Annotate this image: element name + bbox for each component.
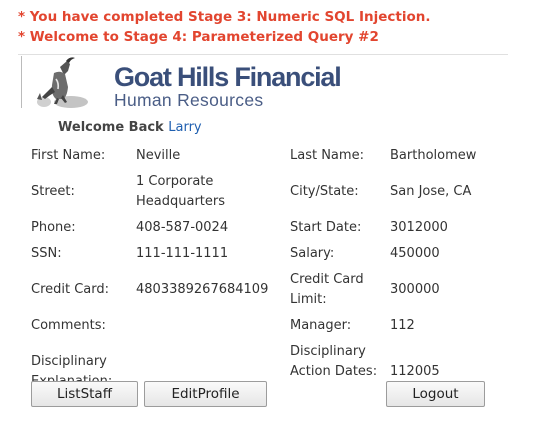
credit-card-label: Credit Card: <box>31 282 110 297</box>
salary-label: Salary: <box>290 246 335 261</box>
start-date-label: Start Date: <box>290 220 362 235</box>
logout-button[interactable]: Logout <box>386 381 485 407</box>
edit-profile-button[interactable]: EditProfile <box>144 381 267 407</box>
disciplinary-explanation-label: Disciplinary Explanation: <box>31 354 113 383</box>
last-name-label: Last Name: <box>290 148 364 163</box>
comments-label: Comments: <box>31 318 106 333</box>
city-state-value: San Jose, CA <box>390 184 472 199</box>
city-state-label: City/State: <box>290 184 359 199</box>
first-name-label: First Name: <box>31 148 106 163</box>
first-name-value: Neville <box>136 148 181 163</box>
disciplinary-dates-label: Disciplinary Action Dates: <box>290 344 378 379</box>
list-staff-button[interactable]: ListStaff <box>31 381 138 407</box>
salary-value: 450000 <box>390 246 440 261</box>
manager-label: Manager: <box>290 318 352 333</box>
phone-value: 408-587-0024 <box>136 220 229 235</box>
credit-card-value: 4803389267684109 <box>136 282 269 297</box>
street-label: Street: <box>31 184 75 199</box>
start-date-value: 3012000 <box>390 220 448 235</box>
credit-limit-value: 300000 <box>390 282 440 297</box>
manager-value: 112 <box>390 318 415 333</box>
ssn-value: 111-111-1111 <box>136 246 229 261</box>
street-value: 1 Corporate Headquarters <box>136 174 226 209</box>
phone-label: Phone: <box>31 220 76 235</box>
profile-details: First Name: Neville Last Name: Bartholom… <box>0 0 536 383</box>
last-name-value: Bartholomew <box>390 148 477 163</box>
credit-limit-label: Credit Card Limit: <box>290 272 364 307</box>
disciplinary-dates-value: 112005 <box>390 364 440 379</box>
ssn-label: SSN: <box>31 246 62 261</box>
